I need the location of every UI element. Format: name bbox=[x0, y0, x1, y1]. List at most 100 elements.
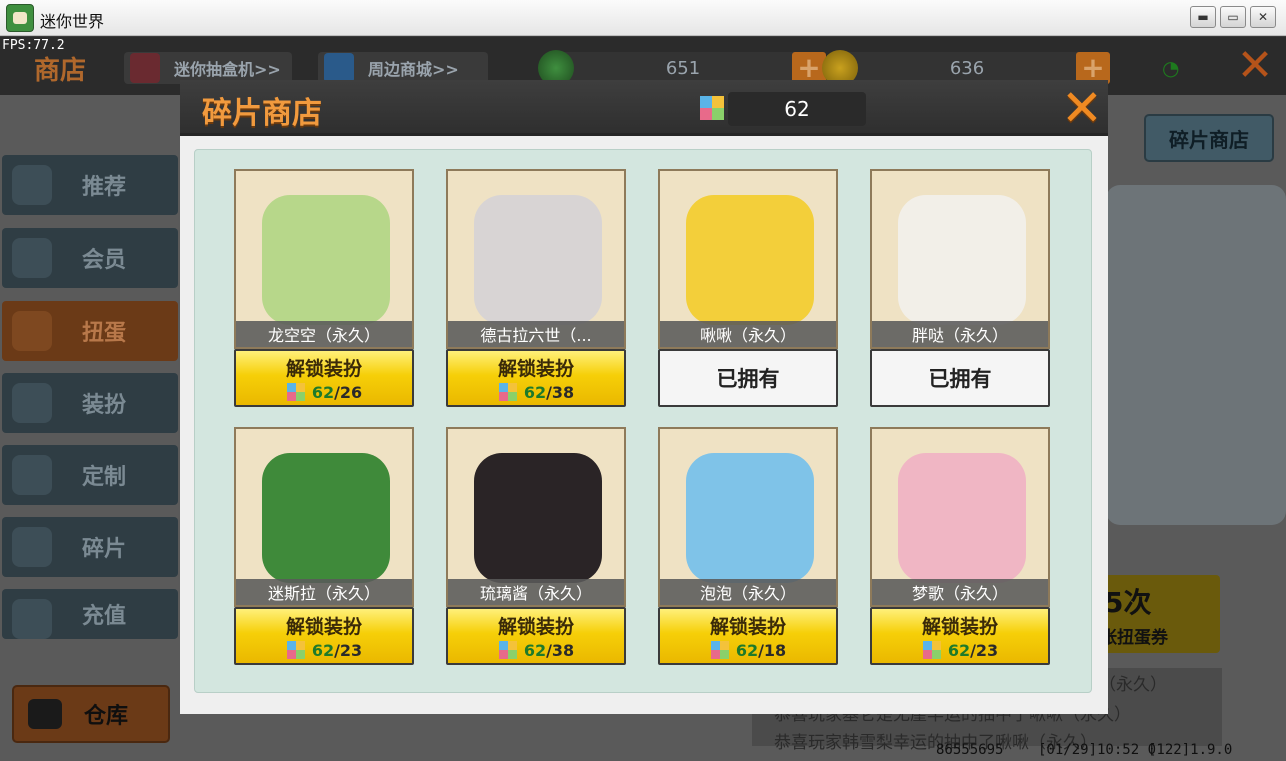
fragments-needed: /23 bbox=[970, 641, 999, 660]
fragment-cost: 62/23 bbox=[236, 640, 412, 660]
unlock-skin-button[interactable]: 解锁装扮 62/23 bbox=[870, 607, 1050, 665]
sidebar-item-vip[interactable]: 会员 bbox=[2, 228, 178, 288]
modal-close-button[interactable]: ✕ bbox=[1056, 80, 1108, 136]
unlock-skin-button[interactable]: 解锁装扮 62/23 bbox=[234, 607, 414, 665]
close-x-icon: ✕ bbox=[1236, 40, 1274, 91]
sidebar-item-outfit[interactable]: 装扮 bbox=[2, 373, 178, 433]
unlock-skin-button[interactable]: 解锁装扮 62/38 bbox=[446, 349, 626, 407]
character-figure bbox=[898, 453, 1026, 583]
owned-button[interactable]: 已拥有 bbox=[658, 349, 838, 407]
fragment-cost: 62/23 bbox=[872, 640, 1048, 660]
fragments-owned: 62 bbox=[947, 641, 971, 660]
unlock-label: 解锁装扮 bbox=[497, 616, 574, 638]
sidebar-item-label: 碎片 bbox=[82, 537, 127, 562]
window-title: 迷你世界 bbox=[40, 12, 105, 31]
gashapon-icon bbox=[130, 53, 160, 83]
gold-currency-value: 636 bbox=[949, 57, 985, 79]
shop-title: 商店 bbox=[34, 56, 87, 86]
skin-card: 迷斯拉（永久） 解锁装扮 62/23 bbox=[234, 427, 414, 665]
owned-button[interactable]: 已拥有 bbox=[870, 349, 1050, 407]
unlock-skin-button[interactable]: 解锁装扮 62/26 bbox=[234, 349, 414, 407]
fragments-owned: 62 bbox=[523, 383, 547, 402]
window-titlebar: 迷你世界 ▬ ▭ ✕ bbox=[0, 0, 1286, 36]
warehouse-label: 仓库 bbox=[84, 704, 129, 729]
sidebar-item-label: 会员 bbox=[82, 248, 127, 273]
ticket-label: 张扭蛋券 bbox=[1100, 628, 1168, 648]
skin-card: 龙空空（永久） 解锁装扮 62/26 bbox=[234, 169, 414, 407]
fragment-shop-title: 碎片商店 bbox=[202, 96, 322, 131]
skin-name: 胖哒（永久） bbox=[872, 321, 1048, 347]
unlock-label: 解锁装扮 bbox=[921, 616, 998, 638]
puzzle-icon bbox=[286, 641, 305, 659]
shirt-icon bbox=[12, 383, 52, 423]
fragment-count: 62 bbox=[728, 92, 866, 126]
gacha-machine bbox=[1106, 185, 1286, 525]
unlock-skin-button[interactable]: 解锁装扮 62/38 bbox=[446, 607, 626, 665]
unlock-label: 解锁装扮 bbox=[497, 358, 574, 380]
skin-card: 胖哒（永久） 已拥有 bbox=[870, 169, 1050, 407]
unlock-label: 解锁装扮 bbox=[709, 616, 786, 638]
fragment-cost: 62/18 bbox=[660, 640, 836, 660]
sidebar-item-gacha[interactable]: 扭蛋 bbox=[2, 301, 178, 361]
fragments-owned: 62 bbox=[311, 383, 335, 402]
close-window-button[interactable]: ✕ bbox=[1250, 6, 1276, 28]
skin-card: 德古拉六世（... 解锁装扮 62/38 bbox=[446, 169, 626, 407]
app-logo-icon bbox=[6, 4, 34, 32]
sidebar-item-label: 装扮 bbox=[82, 393, 127, 418]
maximize-button[interactable]: ▭ bbox=[1220, 6, 1246, 28]
timestamp: [01/29]10:52 0 bbox=[1038, 742, 1157, 758]
thumbs-up-icon bbox=[12, 165, 52, 205]
fragment-shop-header: 碎片商店 62 ✕ bbox=[180, 80, 1108, 136]
fragments-needed: /38 bbox=[546, 383, 575, 402]
skin-name: 琉璃酱（永久） bbox=[448, 579, 624, 605]
character-figure bbox=[686, 453, 814, 583]
unlock-label: 解锁装扮 bbox=[285, 358, 362, 380]
sidebar-item-custom[interactable]: 定制 bbox=[2, 445, 178, 505]
unlock-skin-button[interactable]: 解锁装扮 62/18 bbox=[658, 607, 838, 665]
shopping-bag-icon bbox=[324, 53, 354, 83]
player-id: 86555695 bbox=[936, 742, 1004, 758]
sidebar-item-recharge[interactable]: 充值 bbox=[2, 589, 178, 639]
skin-name: 迷斯拉（永久） bbox=[236, 579, 412, 605]
fragments-needed: /23 bbox=[334, 641, 363, 660]
version: [122]1.9.0 bbox=[1148, 742, 1233, 758]
fragment-cost: 62/38 bbox=[448, 382, 624, 402]
character-figure bbox=[898, 195, 1026, 325]
pencil-icon bbox=[12, 455, 52, 495]
puzzle-icon bbox=[286, 383, 305, 401]
puzzle-icon bbox=[498, 641, 517, 659]
signal-icon: ◔ bbox=[1162, 56, 1180, 80]
skin-name: 泡泡（永久） bbox=[660, 579, 836, 605]
fragment-shop-button-label: 碎片商店 bbox=[1169, 127, 1249, 152]
skin-name: 德古拉六世（... bbox=[448, 321, 624, 347]
warehouse-button[interactable]: 仓库 bbox=[12, 685, 170, 743]
warehouse-icon bbox=[28, 699, 62, 729]
skin-name: 啾啾（永久） bbox=[660, 321, 836, 347]
sidebar-item-label: 扭蛋 bbox=[82, 321, 127, 346]
sidebar-item-recommend[interactable]: 推荐 bbox=[2, 155, 178, 215]
minimize-icon: ▬ bbox=[1197, 10, 1209, 24]
shop-close-button[interactable]: ✕ bbox=[1232, 44, 1278, 88]
skin-card: 梦歌（永久） 解锁装扮 62/23 bbox=[870, 427, 1050, 665]
puzzle-icon bbox=[922, 641, 941, 659]
coins-icon bbox=[12, 599, 52, 639]
ticket-count: 5次 bbox=[1104, 586, 1152, 619]
puzzle-icon bbox=[12, 527, 52, 567]
gashapon-link-label: 迷你抽盒机>> bbox=[174, 60, 281, 79]
fragment-shop-button[interactable]: 碎片商店 bbox=[1144, 114, 1274, 162]
puzzle-icon bbox=[710, 641, 729, 659]
character-figure bbox=[474, 195, 602, 325]
fragment-count-value: 62 bbox=[784, 97, 810, 121]
minimize-button[interactable]: ▬ bbox=[1190, 6, 1216, 28]
maximize-icon: ▭ bbox=[1227, 10, 1239, 24]
fragment-cost: 62/26 bbox=[236, 382, 412, 402]
character-figure bbox=[686, 195, 814, 325]
sidebar-item-fragments[interactable]: 碎片 bbox=[2, 517, 178, 577]
capsule-icon bbox=[12, 311, 52, 351]
character-figure bbox=[262, 453, 390, 583]
fragments-needed: /26 bbox=[334, 383, 363, 402]
green-currency-value: 651 bbox=[665, 57, 701, 79]
fragments-owned: 62 bbox=[523, 641, 547, 660]
puzzle-icon bbox=[498, 383, 517, 401]
sidebar-item-label: 推荐 bbox=[82, 175, 127, 200]
